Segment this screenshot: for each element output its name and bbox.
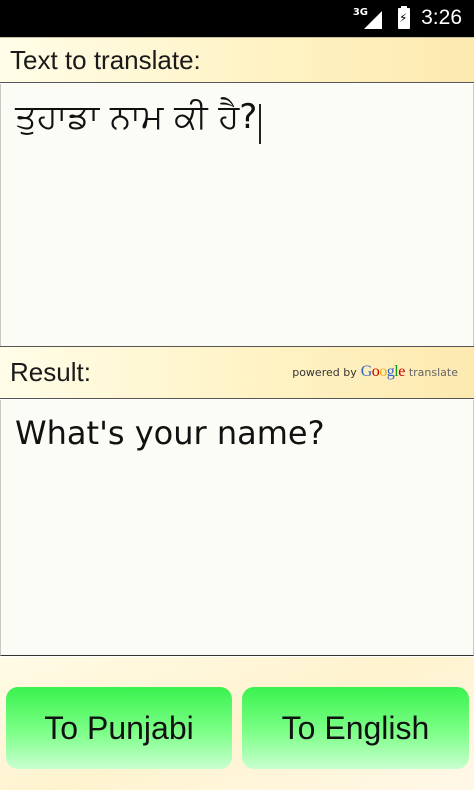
translate-word-label: translate — [408, 366, 458, 379]
powered-by-google-logo: powered by Google translate — [292, 363, 458, 381]
translate-input-text[interactable]: ਤੁਹਾਡਾ ਨਾਮ ਕੀ ਹੈ? — [15, 97, 257, 137]
result-output[interactable]: What's your name? — [0, 400, 474, 656]
translate-input[interactable]: ਤੁਹਾਡਾ ਨਾਮ ਕੀ ਹੈ? — [0, 84, 474, 346]
google-logo: Google — [360, 363, 406, 380]
signal-icon — [364, 11, 382, 29]
status-bar: 3G ⚡ 3:26 — [0, 0, 474, 37]
battery-charging-icon: ⚡ — [398, 6, 410, 29]
button-bar: To Punjabi To English — [0, 657, 474, 790]
translate-header-label: Text to translate: — [10, 44, 201, 75]
to-punjabi-button[interactable]: To Punjabi — [6, 687, 232, 769]
result-header: Result: powered by Google translate — [0, 346, 474, 399]
clock: 3:26 — [421, 6, 462, 29]
text-cursor — [259, 103, 262, 144]
translate-header: Text to translate: — [0, 37, 474, 83]
result-output-text: What's your name? — [15, 414, 325, 452]
to-english-button[interactable]: To English — [242, 687, 469, 769]
result-header-label: Result: — [10, 357, 91, 387]
powered-by-label: powered by — [292, 366, 357, 379]
